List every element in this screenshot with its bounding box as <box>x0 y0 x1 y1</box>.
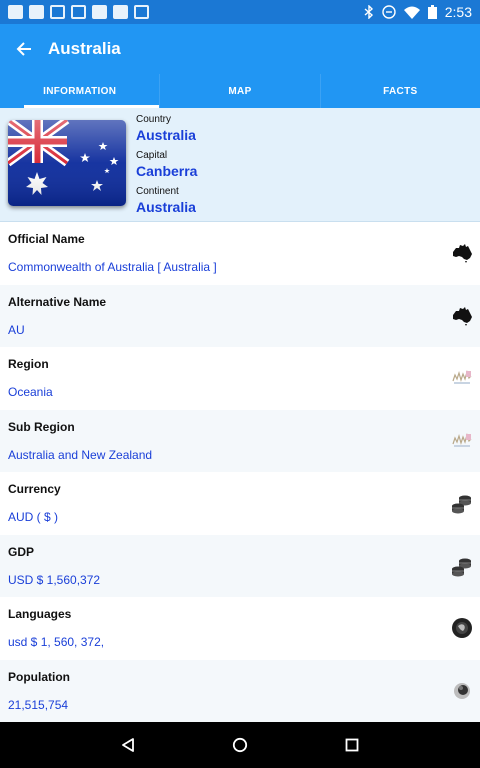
row-label: Sub Region <box>8 419 75 434</box>
population-icon <box>450 679 474 703</box>
wifi-icon <box>403 6 420 19</box>
tab-map[interactable]: MAP <box>160 74 321 108</box>
game-icon <box>92 5 107 19</box>
notification-icons <box>8 5 149 19</box>
shopping-icon <box>134 5 149 19</box>
country-value: Australia <box>136 127 196 143</box>
info-row-population: Population 21,515,754 <box>0 659 480 722</box>
info-row-languages: Languages usd $ 1, 560, 372, <box>0 597 480 660</box>
nav-recents-button[interactable] <box>338 731 366 759</box>
bluetooth-icon <box>364 5 373 19</box>
row-value: USD $ 1,560,372 <box>8 572 101 587</box>
tab-bar: INFORMATION MAP FACTS <box>0 74 480 108</box>
row-label: Region <box>8 357 49 371</box>
row-label: Official Name <box>8 232 85 246</box>
notification-icon <box>8 5 23 19</box>
row-label: Languages <box>8 607 72 621</box>
globe-icon <box>450 616 474 640</box>
row-label: Population <box>8 669 70 684</box>
notification-icon <box>29 5 44 19</box>
circle-home-icon <box>232 737 248 753</box>
tab-information[interactable]: INFORMATION <box>0 74 161 108</box>
coins-icon <box>450 554 474 578</box>
clock: 2:53 <box>444 4 472 20</box>
row-value: Australia and New Zealand <box>8 447 153 462</box>
android-icon <box>113 5 128 19</box>
back-button[interactable] <box>0 25 48 73</box>
info-row-alternative-name: Alternative Name AU <box>0 284 480 347</box>
row-value: AU <box>8 322 25 337</box>
capital-label: Capital <box>136 150 168 161</box>
battery-icon <box>427 5 437 19</box>
coins-icon <box>450 491 474 515</box>
square-recents-icon <box>345 738 359 752</box>
row-value: 21,515,754 <box>8 697 69 712</box>
mail-icon <box>50 5 65 19</box>
info-list: Official Name Commonwealth of Australia … <box>0 222 480 722</box>
australia-map-icon <box>450 241 474 265</box>
info-row-region: Region Oceania <box>0 347 480 410</box>
nav-home-button[interactable] <box>226 731 254 759</box>
continent-label: Continent <box>136 186 179 197</box>
capital-value: Canberra <box>136 163 198 179</box>
info-row-currency: Currency AUD ( $ ) <box>0 472 480 535</box>
continent-value: Australia <box>136 199 196 215</box>
region-map-icon <box>450 366 474 390</box>
triangle-back-icon <box>122 738 134 752</box>
country-label: Country <box>136 114 172 125</box>
row-value: usd $ 1, 560, 372, <box>8 635 105 649</box>
info-row-sub-region: Sub Region Australia and New Zealand <box>0 409 480 472</box>
nav-back-button[interactable] <box>114 731 142 759</box>
system-nav-bar <box>0 722 480 768</box>
status-bar: 2:53 <box>0 0 480 24</box>
photo-icon <box>71 5 86 19</box>
australia-flag-icon <box>8 120 126 206</box>
row-value: Commonwealth of Australia [ Australia ] <box>8 260 217 274</box>
minus-circle-icon <box>382 5 396 19</box>
region-map-icon <box>450 429 474 453</box>
row-label: GDP <box>8 544 35 559</box>
row-label: Alternative Name <box>8 294 107 309</box>
row-value: Oceania <box>8 385 53 399</box>
app-bar: Australia <box>0 24 480 74</box>
page-title: Australia <box>48 39 121 58</box>
info-row-gdp: GDP USD $ 1,560,372 <box>0 534 480 597</box>
arrow-left-icon <box>16 42 31 56</box>
row-value: AUD ( $ ) <box>8 510 59 524</box>
tab-facts[interactable]: FACTS <box>321 74 480 108</box>
australia-map-icon <box>450 304 474 328</box>
info-row-official-name: Official Name Commonwealth of Australia … <box>0 222 480 285</box>
row-label: Currency <box>8 482 61 496</box>
country-summary-card: Country Australia Capital Canberra Conti… <box>0 108 480 222</box>
